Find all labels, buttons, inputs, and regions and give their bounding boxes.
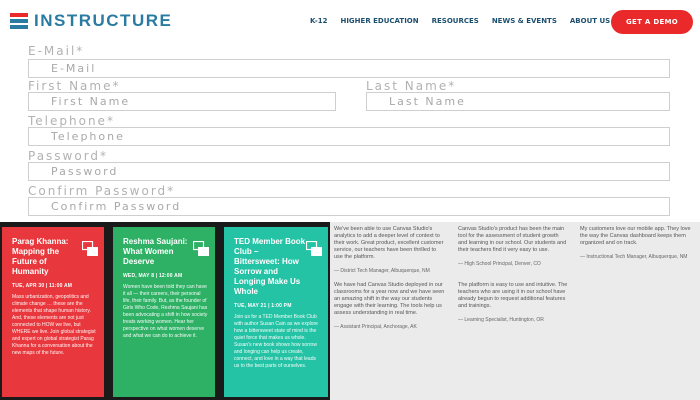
event-description: Mass urbanization, geopolitics and clima… bbox=[12, 294, 96, 356]
last-name-label: Last Name* bbox=[366, 79, 457, 93]
testimonial-author: — District Tech Manager, Albuquerque, NM bbox=[334, 268, 430, 274]
site-header: INSTRUCTURE K-12 HIGHER EDUCATION RESOUR… bbox=[0, 0, 700, 44]
main-nav: K-12 HIGHER EDUCATION RESOURCES NEWS & E… bbox=[310, 17, 623, 25]
event-date: TUE, MAY 21 | 1:00 PM bbox=[234, 303, 292, 309]
testimonial-author: — High School Principal, Denver, CO bbox=[458, 261, 541, 267]
testimonial: Canvas Studio's product has been the mai… bbox=[458, 226, 568, 267]
testimonial-author: — Assistant Principal, Anchorage, AK bbox=[334, 324, 417, 330]
nav-about-us[interactable]: ABOUT US bbox=[570, 17, 610, 25]
chat-bubbles-icon bbox=[193, 241, 209, 256]
event-date: WED, MAY 8 | 12:00 AM bbox=[123, 273, 183, 279]
password-label: Password* bbox=[28, 149, 109, 163]
nav-resources[interactable]: RESOURCES bbox=[432, 17, 479, 25]
first-name-label: First Name* bbox=[28, 79, 121, 93]
nav-k12[interactable]: K-12 bbox=[310, 17, 327, 25]
instructure-logo-icon bbox=[10, 13, 28, 29]
testimonial-text: We have had Canvas Studio deployed in ou… bbox=[334, 282, 445, 316]
get-a-demo-button[interactable]: GET A DEMO bbox=[611, 10, 693, 34]
email-field[interactable]: E-Mail bbox=[28, 59, 670, 78]
confirm-password-label: Confirm Password* bbox=[28, 184, 176, 198]
event-card-saujani[interactable]: Reshma Saujani: What Women Deserve WED, … bbox=[113, 227, 215, 397]
testimonial-text: The platform is easy to use and intuitiv… bbox=[458, 282, 568, 309]
chat-bubbles-icon bbox=[82, 241, 98, 256]
first-name-field[interactable]: First Name bbox=[28, 92, 336, 111]
testimonials-panel: We've been able to use Canvas Studio's a… bbox=[330, 222, 700, 400]
nav-news-events[interactable]: NEWS & EVENTS bbox=[492, 17, 557, 25]
testimonial-author: — Instructional Tech Manager, Albuquerqu… bbox=[580, 254, 688, 260]
last-name-field[interactable]: Last Name bbox=[366, 92, 670, 111]
brand-name: INSTRUCTURE bbox=[34, 11, 173, 30]
testimonial-text: We've been able to use Canvas Studio's a… bbox=[334, 226, 444, 260]
events-panel: Parag Khanna: Mapping the Future of Huma… bbox=[0, 222, 330, 400]
event-title: Reshma Saujani: What Women Deserve bbox=[123, 237, 188, 266]
nav-higher-education[interactable]: HIGHER EDUCATION bbox=[340, 17, 418, 25]
testimonial: We've been able to use Canvas Studio's a… bbox=[334, 226, 446, 274]
testimonial-text: Canvas Studio's product has been the mai… bbox=[458, 226, 567, 253]
instructure-logo[interactable]: INSTRUCTURE bbox=[10, 11, 172, 31]
telephone-field[interactable]: Telephone bbox=[28, 127, 670, 146]
event-description: Join us for a TED Member Book Club with … bbox=[234, 314, 318, 369]
testimonial: We have had Canvas Studio deployed in ou… bbox=[334, 282, 446, 330]
confirm-password-field[interactable]: Confirm Password bbox=[28, 197, 670, 216]
event-description: Women have been told they can have it al… bbox=[123, 284, 208, 339]
email-label: E-Mail* bbox=[28, 44, 85, 58]
event-card-book-club[interactable]: TED Member Book Club – Bittersweet: How … bbox=[224, 227, 328, 397]
testimonial-text: My customers love our mobile app. They l… bbox=[580, 226, 691, 246]
testimonial-author: — Learning Specialist, Huntington, OR bbox=[458, 317, 544, 323]
testimonial: The platform is easy to use and intuitiv… bbox=[458, 282, 568, 323]
testimonial: My customers love our mobile app. They l… bbox=[580, 226, 695, 260]
telephone-label: Telephone* bbox=[28, 114, 115, 128]
password-field[interactable]: Password bbox=[28, 162, 670, 181]
chat-bubbles-icon bbox=[306, 241, 322, 256]
event-card-khanna[interactable]: Parag Khanna: Mapping the Future of Huma… bbox=[2, 227, 104, 397]
event-date: TUE, APR 30 | 11:00 AM bbox=[12, 283, 73, 289]
signup-form: E-Mail* E-Mail First Name* First Name La… bbox=[0, 44, 700, 220]
event-title: Parag Khanna: Mapping the Future of Huma… bbox=[12, 237, 69, 276]
event-title: TED Member Book Club – Bittersweet: How … bbox=[234, 237, 306, 296]
